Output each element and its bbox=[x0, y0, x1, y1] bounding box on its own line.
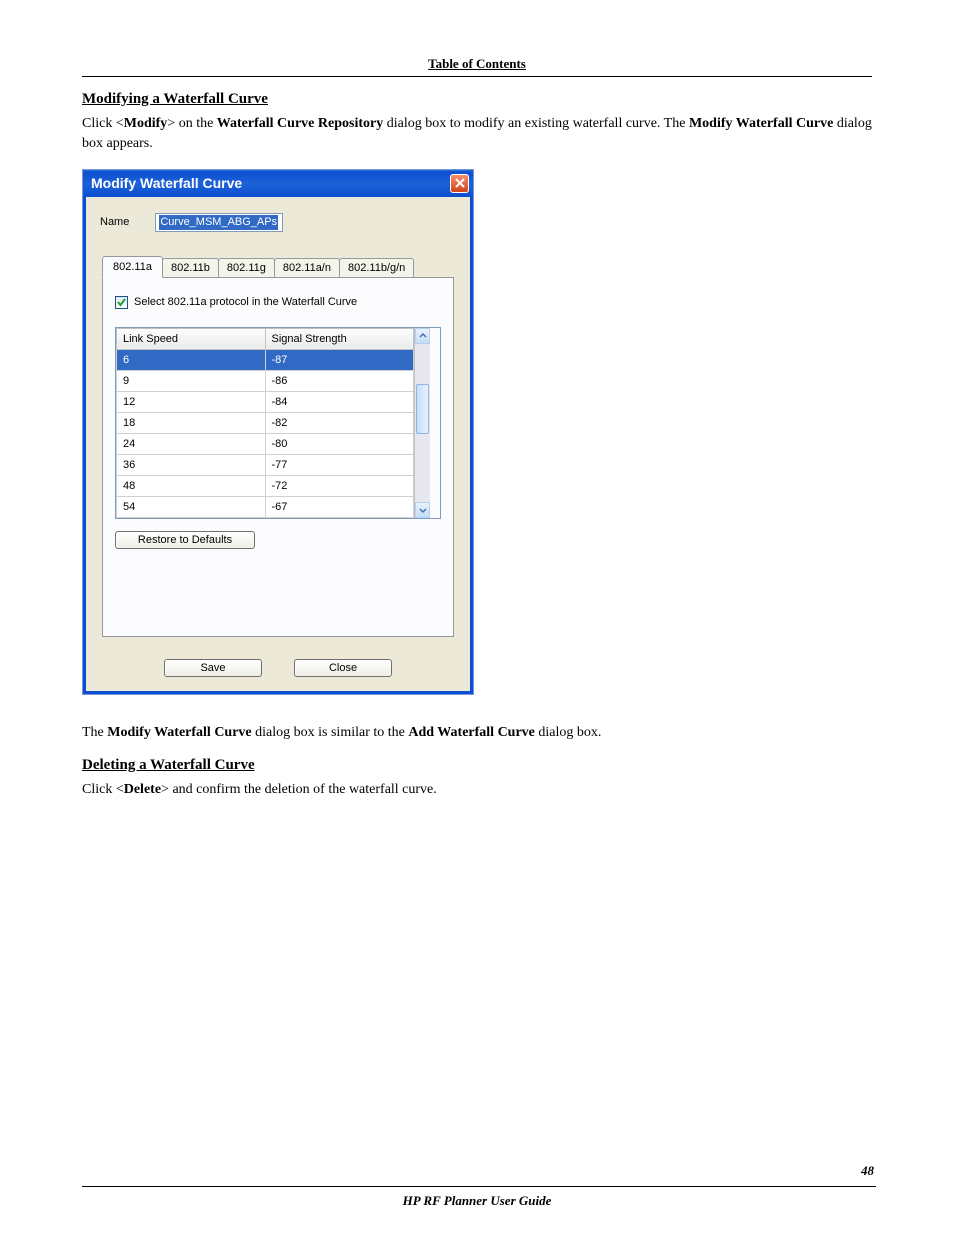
table-scrollbar[interactable] bbox=[414, 328, 430, 518]
check-icon bbox=[116, 297, 127, 308]
table-row[interactable]: 48-72 bbox=[117, 475, 414, 496]
cell-link-speed[interactable]: 48 bbox=[117, 475, 266, 496]
chevron-down-icon bbox=[419, 506, 427, 514]
cell-signal-strength[interactable]: -84 bbox=[265, 391, 414, 412]
dialog-title: Modify Waterfall Curve bbox=[91, 175, 242, 191]
cell-signal-strength[interactable]: -80 bbox=[265, 433, 414, 454]
cell-link-speed[interactable]: 18 bbox=[117, 412, 266, 433]
save-button[interactable]: Save bbox=[164, 659, 262, 677]
cell-signal-strength[interactable]: -86 bbox=[265, 370, 414, 391]
page-number: 48 bbox=[861, 1163, 874, 1179]
paragraph-similarity: The Modify Waterfall Curve dialog box is… bbox=[82, 723, 872, 743]
section-heading-modify: Modifying a Waterfall Curve bbox=[82, 91, 872, 108]
toc-link[interactable]: Table of Contents bbox=[82, 56, 872, 72]
tab-80211an[interactable]: 802.11a/n bbox=[274, 258, 340, 277]
close-icon bbox=[455, 178, 465, 188]
cell-signal-strength[interactable]: -87 bbox=[265, 349, 414, 370]
tab-80211a[interactable]: 802.11a bbox=[102, 256, 163, 278]
waterfall-table[interactable]: Link Speed Signal Strength 6-879-8612-84… bbox=[116, 328, 414, 518]
name-label: Name bbox=[100, 216, 129, 228]
cell-signal-strength[interactable]: -67 bbox=[265, 496, 414, 517]
table-row[interactable]: 54-67 bbox=[117, 496, 414, 517]
scroll-down-button[interactable] bbox=[415, 502, 430, 518]
tab-80211b[interactable]: 802.11b bbox=[162, 258, 219, 277]
col-signal-strength[interactable]: Signal Strength bbox=[265, 328, 414, 349]
cell-link-speed[interactable]: 9 bbox=[117, 370, 266, 391]
cell-link-speed[interactable]: 12 bbox=[117, 391, 266, 412]
tab-strip: 802.11a802.11b802.11g802.11a/n802.11b/g/… bbox=[102, 256, 458, 277]
tab-80211g[interactable]: 802.11g bbox=[218, 258, 275, 277]
paragraph-delete: Click <Delete> and confirm the deletion … bbox=[82, 780, 872, 800]
paragraph-modify-intro: Click <Modify> on the Waterfall Curve Re… bbox=[82, 114, 872, 155]
cell-signal-strength[interactable]: -72 bbox=[265, 475, 414, 496]
cell-link-speed[interactable]: 36 bbox=[117, 454, 266, 475]
tab-80211bgn[interactable]: 802.11b/g/n bbox=[339, 258, 414, 277]
table-row[interactable]: 18-82 bbox=[117, 412, 414, 433]
scroll-thumb[interactable] bbox=[416, 384, 429, 434]
cell-link-speed[interactable]: 24 bbox=[117, 433, 266, 454]
protocol-checkbox[interactable] bbox=[115, 296, 128, 309]
header-rule bbox=[82, 76, 872, 77]
close-dialog-button[interactable]: Close bbox=[294, 659, 392, 677]
cell-signal-strength[interactable]: -82 bbox=[265, 412, 414, 433]
checkbox-label: Select 802.11a protocol in the Waterfall… bbox=[134, 296, 357, 308]
name-input[interactable]: Curve_MSM_ABG_APs bbox=[155, 213, 283, 232]
cell-signal-strength[interactable]: -77 bbox=[265, 454, 414, 475]
chevron-up-icon bbox=[419, 332, 427, 340]
cell-link-speed[interactable]: 6 bbox=[117, 349, 266, 370]
table-row[interactable]: 6-87 bbox=[117, 349, 414, 370]
dialog-titlebar[interactable]: Modify Waterfall Curve bbox=[83, 170, 473, 197]
table-row[interactable]: 9-86 bbox=[117, 370, 414, 391]
col-link-speed[interactable]: Link Speed bbox=[117, 328, 266, 349]
section-heading-delete: Deleting a Waterfall Curve bbox=[82, 757, 872, 774]
table-row[interactable]: 36-77 bbox=[117, 454, 414, 475]
close-button[interactable] bbox=[450, 174, 469, 193]
footer-guide-title: HP RF Planner User Guide bbox=[0, 1193, 954, 1209]
table-row[interactable]: 24-80 bbox=[117, 433, 414, 454]
cell-link-speed[interactable]: 54 bbox=[117, 496, 266, 517]
scroll-up-button[interactable] bbox=[415, 328, 430, 344]
table-row[interactable]: 12-84 bbox=[117, 391, 414, 412]
footer-rule bbox=[82, 1186, 876, 1187]
tab-panel: Select 802.11a protocol in the Waterfall… bbox=[102, 277, 454, 637]
modify-waterfall-dialog: Modify Waterfall Curve Name Curve_MSM_AB… bbox=[82, 169, 474, 695]
restore-defaults-button[interactable]: Restore to Defaults bbox=[115, 531, 255, 549]
